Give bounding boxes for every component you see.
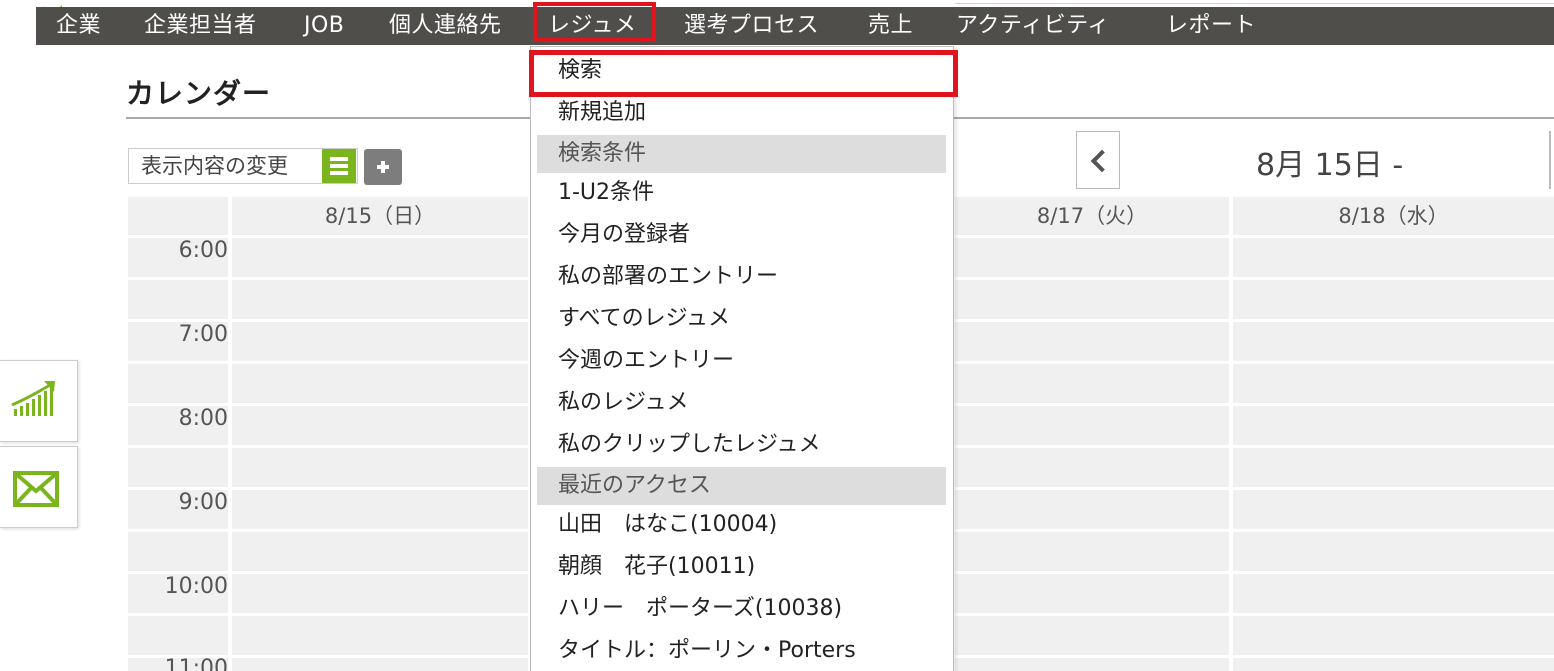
menu-item-recent-1[interactable]: 朝顔 花子(10011): [558, 552, 755, 582]
main-nav: 企業 企業担当者 JOB 個人連絡先 レジュメ 選考プロセス 売上 アクティビテ…: [36, 7, 1554, 45]
calendar-slot[interactable]: [232, 574, 528, 613]
prev-period-button[interactable]: [1076, 131, 1120, 189]
calendar-slot[interactable]: [232, 322, 528, 361]
calendar-slot[interactable]: [232, 490, 528, 529]
add-button[interactable]: [364, 149, 402, 185]
menu-item-recent-3[interactable]: タイトル：ポーリン・Porters: [558, 636, 856, 666]
mail-icon: [13, 471, 59, 507]
time-label-10: 10:00: [164, 574, 228, 599]
calendar-slot[interactable]: [1233, 574, 1554, 613]
nav-item-selection-process[interactable]: 選考プロセス: [684, 7, 819, 45]
calendar-slot[interactable]: [232, 616, 528, 655]
nav-item-sales[interactable]: 売上: [868, 7, 913, 45]
calendar-slot[interactable]: [232, 280, 528, 319]
calendar-slot[interactable]: [1233, 322, 1554, 361]
analytics-side-button[interactable]: [0, 360, 78, 442]
calendar-slot[interactable]: [232, 364, 528, 403]
view-change-label: 表示内容の変更: [141, 154, 288, 178]
calendar-slot: [128, 448, 228, 487]
calendar-slot[interactable]: [955, 364, 1229, 403]
time-label-7: 7:00: [178, 322, 228, 347]
calendar-slot: [128, 616, 228, 655]
column-header-0817: 8/17（火）: [1036, 204, 1148, 228]
menu-item-my-resumes[interactable]: 私のレジュメ: [558, 388, 688, 418]
calendar-slot[interactable]: [1233, 532, 1554, 571]
menu-item-add-new[interactable]: 新規追加: [558, 98, 646, 128]
page-title: カレンダー: [126, 77, 272, 110]
nav-item-companies[interactable]: 企業: [56, 7, 101, 45]
menu-item-recent-2[interactable]: ハリー ポーターズ(10038): [558, 594, 842, 624]
time-label-8: 8:00: [178, 406, 228, 431]
nav-item-job[interactable]: JOB: [304, 7, 344, 45]
top-divider: [955, 3, 1554, 4]
date-range: 8月 15日 -: [1256, 148, 1404, 183]
resume-nav-highlight: [533, 2, 656, 42]
calendar-slot[interactable]: [1233, 280, 1554, 319]
calendar-slot[interactable]: [1233, 364, 1554, 403]
nav-item-personal-contacts[interactable]: 個人連絡先: [389, 7, 502, 45]
menu-item-this-week-entries[interactable]: 今週のエントリー: [558, 346, 734, 376]
calendar-slot[interactable]: [1233, 490, 1554, 529]
calendar-slot[interactable]: [955, 238, 1229, 277]
calendar-slot[interactable]: [955, 406, 1229, 445]
app-root: 企業 企業担当者 JOB 個人連絡先 レジュメ 選考プロセス 売上 アクティビテ…: [0, 0, 1554, 671]
time-label-9: 9:00: [178, 490, 228, 515]
calendar-slot[interactable]: [232, 448, 528, 487]
mail-side-button[interactable]: [0, 446, 78, 528]
calendar-slot[interactable]: [955, 448, 1229, 487]
time-label-11: 11:00: [164, 656, 228, 671]
list-icon: [330, 157, 348, 161]
menu-item-recent-0[interactable]: 山田 はなこ(10004): [558, 510, 777, 540]
menu-item-all-resumes[interactable]: すべてのレジュメ: [558, 304, 730, 334]
calendar-slot[interactable]: [955, 616, 1229, 655]
menu-item-my-clipped-resumes[interactable]: 私のクリップしたレジュメ: [558, 430, 820, 460]
menu-item-this-month-registrants[interactable]: 今月の登録者: [558, 220, 690, 250]
time-label-6: 6:00: [178, 238, 228, 263]
calendar-slot[interactable]: [1233, 238, 1554, 277]
column-header-0818: 8/18（水）: [1338, 204, 1449, 228]
menu-section-search-conditions: 検索条件: [537, 135, 946, 173]
nav-item-company-contacts[interactable]: 企業担当者: [144, 7, 257, 45]
section-label-recent-access: 最近のアクセス: [558, 473, 711, 498]
calendar-slot: [128, 532, 228, 571]
calendar-slot[interactable]: [1233, 448, 1554, 487]
calendar-slot[interactable]: [232, 658, 528, 671]
calendar-slot[interactable]: [955, 658, 1229, 671]
calendar-slot[interactable]: [232, 532, 528, 571]
nav-item-report[interactable]: レポート: [1166, 7, 1256, 45]
calendar-slot[interactable]: [232, 238, 528, 277]
calendar-slot: [128, 280, 228, 319]
search-item-highlight: [529, 50, 958, 97]
calendar-slot[interactable]: [955, 532, 1229, 571]
chart-growth-icon: [11, 381, 55, 416]
nav-item-activity[interactable]: アクティビティ: [956, 7, 1110, 45]
calendar-slot[interactable]: [1233, 616, 1554, 655]
calendar-slot[interactable]: [1233, 658, 1554, 671]
calendar-slot[interactable]: [955, 490, 1229, 529]
column-header-0815: 8/15（日）: [324, 204, 436, 228]
calendar-slot[interactable]: [232, 406, 528, 445]
list-view-button[interactable]: [322, 149, 356, 183]
calendar-slot: [128, 364, 228, 403]
calendar-slot[interactable]: [955, 322, 1229, 361]
calendar-slot[interactable]: [955, 280, 1229, 319]
menu-section-recent-access: 最近のアクセス: [537, 467, 946, 505]
section-label-search-conditions: 検索条件: [558, 141, 647, 166]
calendar-slot[interactable]: [955, 574, 1229, 613]
menu-item-condition-1u2[interactable]: 1-U2条件: [558, 178, 654, 208]
next-period-edge: [1549, 131, 1551, 189]
menu-item-my-department-entries[interactable]: 私の部署のエントリー: [558, 262, 778, 292]
calendar-slot[interactable]: [1233, 406, 1554, 445]
calendar-header-cell: [128, 197, 228, 235]
